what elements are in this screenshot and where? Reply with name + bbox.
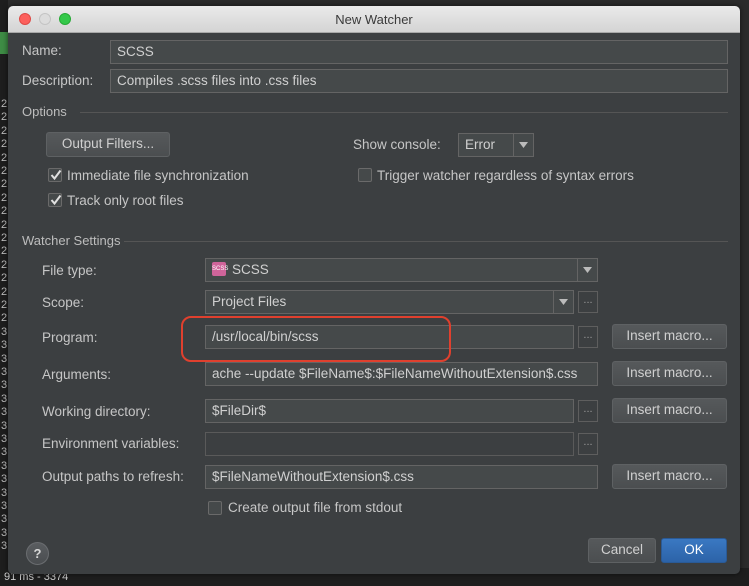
- chevron-down-icon: [513, 134, 533, 156]
- gutter-digit: 3: [0, 526, 8, 539]
- show-console-select[interactable]: Error: [458, 133, 534, 157]
- gutter-digit: 2: [0, 98, 8, 110]
- create-output-checkbox[interactable]: [208, 501, 222, 515]
- chevron-down-icon: [577, 259, 597, 281]
- immediate-sync-label: Immediate file synchronization: [67, 168, 249, 183]
- gutter-digit: 3: [0, 325, 8, 338]
- gutter-digit: 3: [0, 459, 8, 472]
- checkmark-icon: [50, 169, 62, 181]
- description-field[interactable]: Compiles .scss files into .css files: [110, 69, 728, 93]
- gutter-digit: 2: [0, 178, 8, 191]
- gutter-digit: 3: [0, 486, 8, 499]
- checkmark-icon: [50, 194, 62, 206]
- gutter-digit: 3: [0, 500, 8, 512]
- gutter-digit: 3: [0, 379, 8, 392]
- gutter-digit: 2: [0, 138, 8, 151]
- program-highlight-annotation: [181, 316, 451, 362]
- working-directory-browse-button[interactable]: ...: [578, 400, 598, 422]
- description-label: Description:: [22, 73, 94, 88]
- scope-browse-button[interactable]: ...: [578, 291, 598, 313]
- output-filters-button[interactable]: Output Filters...: [46, 132, 170, 157]
- scope-value: Project Files: [212, 294, 287, 309]
- gutter-digit: 3: [0, 446, 8, 459]
- gutter-digit: 2: [0, 245, 8, 258]
- gutter-digit: 3: [0, 339, 8, 352]
- gutter-digit: 3: [0, 366, 8, 378]
- program-browse-button[interactable]: ...: [578, 326, 598, 348]
- gutter-digit: 2: [0, 191, 8, 204]
- environment-variables-field[interactable]: [205, 432, 574, 456]
- working-directory-label: Working directory:: [42, 404, 151, 419]
- gutter-digit: 2: [0, 258, 8, 271]
- window-title: New Watcher: [335, 12, 413, 27]
- gutter-digit: 2: [0, 111, 8, 124]
- program-insert-macro-button[interactable]: Insert macro...: [612, 324, 727, 349]
- gutter-digit: 3: [0, 513, 8, 526]
- file-type-select[interactable]: SCSS SCSS: [205, 258, 598, 282]
- scope-label: Scope:: [42, 295, 85, 310]
- watcher-settings-separator: [124, 241, 728, 242]
- gutter-digit: 2: [0, 124, 8, 137]
- immediate-sync-checkbox[interactable]: [48, 168, 62, 182]
- watcher-settings-section-title: Watcher Settings: [22, 233, 121, 248]
- gutter-digit: 3: [0, 392, 8, 405]
- working-directory-insert-macro-button[interactable]: Insert macro...: [612, 398, 727, 423]
- trigger-regardless-label: Trigger watcher regardless of syntax err…: [377, 168, 634, 183]
- name-label: Name:: [22, 43, 62, 58]
- trigger-regardless-checkbox[interactable]: [358, 168, 372, 182]
- output-paths-label: Output paths to refresh:: [42, 469, 184, 484]
- arguments-field[interactable]: ache --update $FileName$:$FileNameWithou…: [205, 362, 598, 386]
- track-root-checkbox[interactable]: [48, 193, 62, 207]
- gutter-digit: 2: [0, 272, 8, 285]
- options-separator: [80, 112, 728, 113]
- environment-variables-browse-button[interactable]: ...: [578, 433, 598, 455]
- chevron-down-icon: [553, 291, 573, 313]
- gutter-digit: 2: [0, 312, 8, 325]
- output-paths-insert-macro-button[interactable]: Insert macro...: [612, 464, 727, 489]
- gutter-digit: 3: [0, 473, 8, 486]
- options-section-title: Options: [22, 104, 67, 119]
- arguments-label: Arguments:: [42, 367, 112, 382]
- gutter-digit: 2: [0, 232, 8, 244]
- track-root-label: Track only root files: [67, 193, 184, 208]
- ok-button[interactable]: OK: [661, 538, 727, 563]
- file-type-value: SCSS: [232, 262, 269, 277]
- name-field[interactable]: SCSS: [110, 40, 728, 64]
- help-button[interactable]: ?: [26, 542, 49, 565]
- gutter-digit: 2: [0, 218, 8, 231]
- file-type-label: File type:: [42, 263, 97, 278]
- title-bar: New Watcher: [8, 6, 740, 33]
- gutter-digit: 2: [0, 299, 8, 311]
- gutter-digit: 3: [0, 352, 8, 365]
- scope-select[interactable]: Project Files: [205, 290, 574, 314]
- working-directory-field[interactable]: $FileDir$: [205, 399, 574, 423]
- gutter-digit: 2: [0, 205, 8, 218]
- gutter-digit: 3: [0, 433, 8, 445]
- output-paths-field[interactable]: $FileNameWithoutExtension$.css: [205, 465, 598, 489]
- create-output-label: Create output file from stdout: [228, 500, 403, 515]
- gutter-digit: 3: [0, 419, 8, 432]
- new-watcher-dialog: New Watcher Name: SCSS Description: Comp…: [8, 6, 740, 574]
- show-console-value: Error: [465, 137, 495, 152]
- gutter-digit: 2: [0, 151, 8, 164]
- scss-file-icon: SCSS: [212, 262, 228, 276]
- show-console-label: Show console:: [353, 137, 441, 152]
- program-label: Program:: [42, 330, 98, 345]
- editor-gutter: 2222222222222222233333333333333333: [0, 0, 8, 586]
- gutter-digit: 3: [0, 540, 8, 553]
- cancel-button[interactable]: Cancel: [588, 538, 656, 563]
- arguments-insert-macro-button[interactable]: Insert macro...: [612, 361, 727, 386]
- gutter-digit: 2: [0, 285, 8, 298]
- gutter-digit: 3: [0, 406, 8, 419]
- environment-variables-label: Environment variables:: [42, 436, 180, 451]
- gutter-digit: 2: [0, 165, 8, 177]
